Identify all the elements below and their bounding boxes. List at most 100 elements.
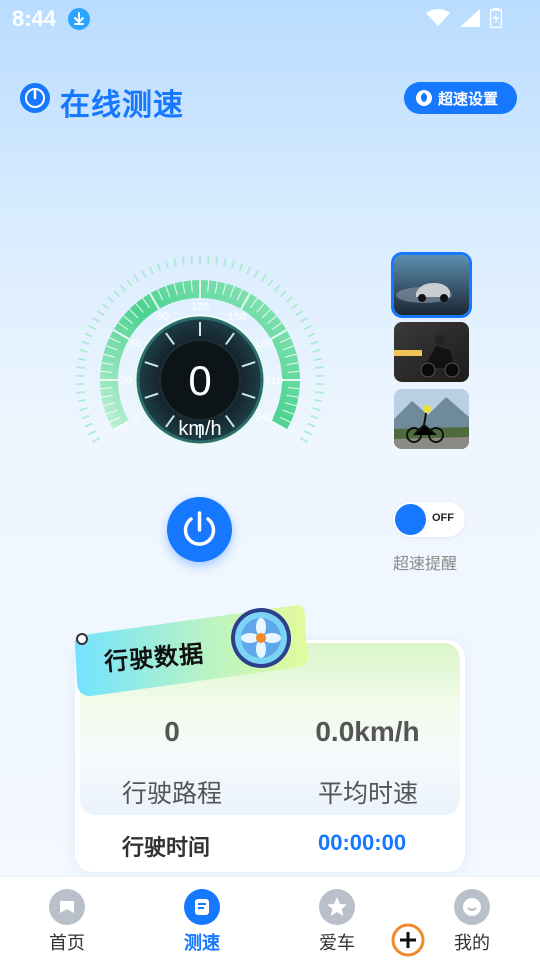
gauge-outer-tick (312, 349, 321, 353)
gauge-outer-tick (295, 309, 304, 316)
gauge-outer-tick (246, 266, 252, 275)
gauge-outer-tick (290, 302, 299, 310)
gauge-outer-tick (307, 332, 316, 338)
speedometer-gauge: 0 30 60 90 120 150 180 210 240 0 km/h (60, 256, 340, 465)
gauge-outer-tick (303, 324, 312, 331)
wifi-icon (426, 9, 450, 26)
gauge-outer-tick (156, 263, 162, 272)
gauge-outer-tick (140, 270, 147, 279)
gauge-outer-tick (260, 274, 267, 283)
gauge-outer-tick (164, 260, 169, 269)
vehicle-car-thumbnail[interactable] (391, 252, 472, 318)
drop-icon (416, 90, 432, 106)
driving-time-label: 行驶时间 (122, 835, 211, 860)
gauge-outer-tick (81, 414, 90, 420)
gauge-outer-tick (238, 263, 244, 272)
power-icon (183, 511, 216, 546)
gauge-outer-tick (253, 270, 260, 279)
star-icon (319, 889, 355, 925)
gauge-outer-tick (215, 257, 219, 266)
gauge-outer-tick (190, 256, 193, 265)
gauge-outer-tick (92, 437, 101, 443)
gauge-tick-label: 90 (157, 311, 169, 323)
gauge-outer-tick (285, 296, 293, 304)
vehicle-motorcycle-thumbnail[interactable] (394, 322, 469, 382)
gauge-tick-label: 150 (228, 311, 246, 323)
gauge-outer-tick (84, 422, 93, 428)
driving-time-value: 00:00:00 (318, 830, 407, 855)
gauge-outer-tick (267, 279, 274, 287)
gauge-outer-tick (119, 284, 127, 292)
gauge-outer-tick (231, 260, 236, 269)
gauge-tick-label: 60 (130, 338, 142, 350)
nav-home[interactable]: 首页 (17, 877, 117, 960)
speedometer-logo-icon (20, 83, 50, 113)
gauge-outer-tick (81, 340, 90, 346)
gauge-outer-tick (84, 332, 93, 338)
gauge-outer-tick (307, 422, 316, 428)
toggle-state-label: OFF (432, 512, 454, 524)
gauge-outer-tick (79, 349, 88, 353)
overspeed-settings-button[interactable]: 超速设置 (404, 82, 517, 114)
nav-home-label: 首页 (49, 933, 85, 953)
overspeed-settings-label: 超速设置 (438, 90, 499, 108)
gauge-outer-tick (88, 324, 97, 331)
gauge-outer-tick (299, 317, 308, 323)
gauge-outer-tick (96, 309, 105, 316)
gauge-outer-tick (273, 284, 281, 292)
speed-value: 0 (188, 357, 211, 404)
toggle-knob (395, 504, 426, 535)
gauge-outer-tick (173, 258, 177, 267)
gauge-outer-tick (223, 258, 227, 267)
nav-my-car[interactable]: 爱车 (287, 877, 387, 960)
gauge-outer-tick (207, 256, 210, 265)
gauge-outer-tick (315, 366, 324, 369)
power-button[interactable] (167, 497, 232, 562)
status-time: 8:44 (12, 6, 57, 31)
gauge-tick-label: 0 (133, 412, 139, 424)
overspeed-alert-toggle[interactable]: OFF (393, 502, 465, 537)
gauge-outer-tick (303, 429, 312, 436)
gauge-outer-tick (107, 296, 115, 304)
average-speed-label: 平均时速 (317, 780, 418, 808)
distance-value: 0 (164, 716, 180, 747)
speed-unit: km/h (178, 418, 221, 440)
speed-test-icon (184, 889, 220, 925)
gauge-outer-tick (77, 399, 86, 403)
gauge-outer-tick (314, 399, 323, 403)
gauge-tick-label: 30 (120, 375, 132, 387)
average-speed-value: 0.0km/h (315, 716, 420, 747)
gauge-outer-tick (314, 357, 323, 361)
gauge-outer-tick (279, 290, 287, 298)
gauge-outer-tick (77, 357, 86, 361)
gauge-outer-tick (101, 302, 110, 310)
nav-my-car-label: 爱车 (319, 933, 355, 953)
gauge-outer-tick (92, 317, 101, 323)
gauge-outer-tick (76, 391, 85, 394)
gauge-tick-label: 210 (265, 375, 283, 387)
vehicle-bicycle-thumbnail[interactable] (394, 389, 469, 449)
gauge-tick-label: 240 (255, 412, 273, 424)
watermark (390, 916, 540, 960)
watermark-logo-icon (391, 923, 425, 957)
gauge-outer-tick (133, 274, 140, 283)
home-icon (49, 889, 85, 925)
gauge-outer-tick (312, 407, 321, 411)
gauge-tick-label: 120 (191, 301, 209, 313)
gauge-outer-tick (126, 279, 133, 287)
nav-speed-test-label: 测速 (184, 933, 220, 953)
overspeed-alert-caption: 超速提醒 (393, 556, 458, 573)
gauge-outer-tick (310, 340, 319, 346)
gauge-outer-tick (181, 257, 185, 266)
fan-icon (228, 605, 294, 671)
page-title: 在线测速 (60, 89, 184, 122)
status-bar: 8:44 (0, 0, 540, 38)
gauge-outer-tick (315, 391, 324, 394)
gauge-outer-tick (79, 407, 88, 411)
battery-charging-icon (490, 8, 502, 28)
gauge-outer-tick (76, 366, 85, 369)
gauge-outer-tick (88, 429, 97, 436)
download-icon (68, 8, 90, 30)
gauge-outer-tick (113, 290, 121, 298)
nav-speed-test[interactable]: 测速 (152, 877, 252, 960)
